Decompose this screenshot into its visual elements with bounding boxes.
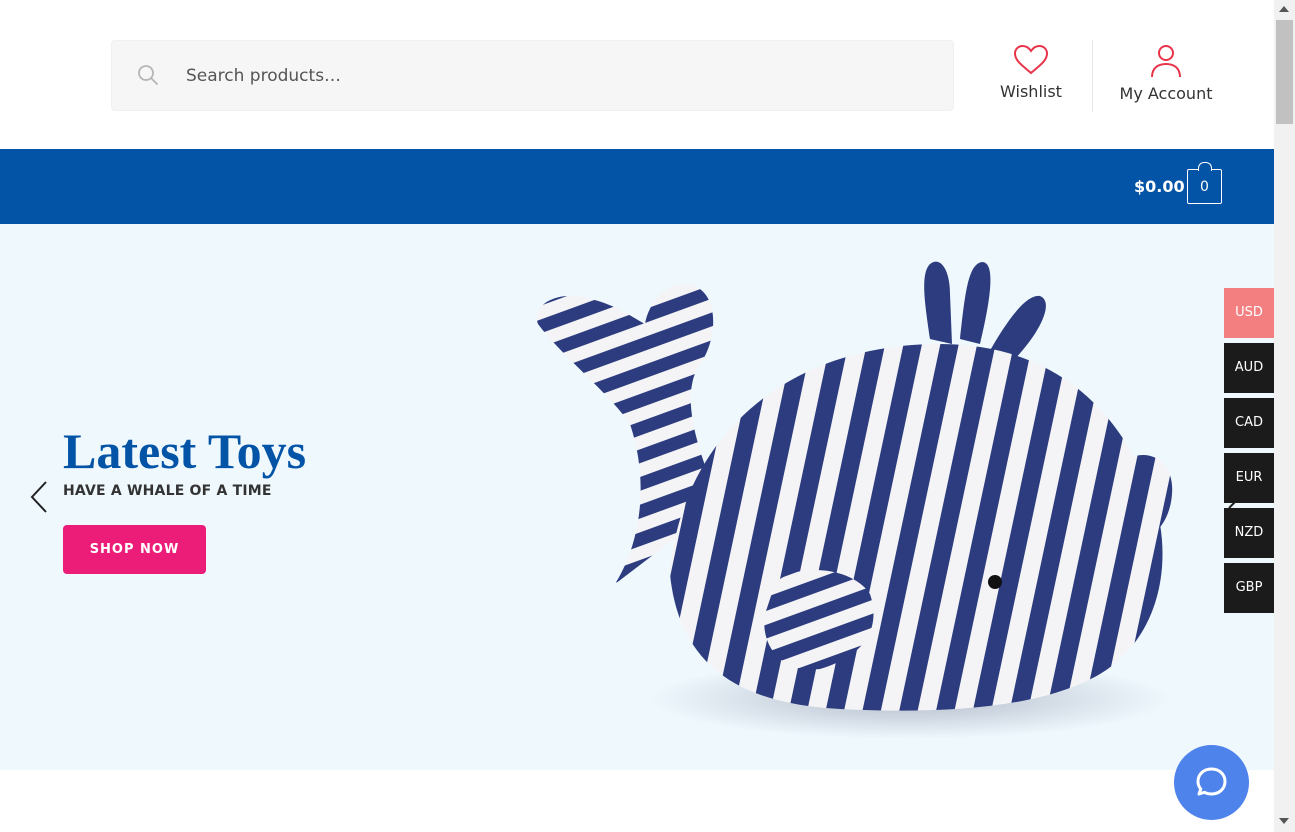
main-navbar: $0.00 0 — [0, 149, 1274, 224]
wishlist-label: Wishlist — [1000, 82, 1062, 101]
currency-eur[interactable]: EUR — [1224, 453, 1274, 503]
wishlist-link[interactable]: Wishlist — [990, 44, 1072, 101]
hero-title: Latest Toys — [63, 423, 307, 479]
chevron-left-icon[interactable] — [28, 480, 50, 514]
chat-button[interactable] — [1174, 745, 1249, 820]
currency-nzd[interactable]: NZD — [1224, 508, 1274, 558]
header-divider — [1092, 40, 1093, 112]
search-icon — [138, 65, 158, 85]
currency-gbp[interactable]: GBP — [1224, 563, 1274, 613]
user-icon — [1151, 45, 1181, 78]
page-scrollbar[interactable] — [1274, 0, 1295, 832]
cart-count: 0 — [1200, 179, 1209, 195]
cart-total[interactable]: $0.00 — [1134, 177, 1185, 196]
currency-cad[interactable]: CAD — [1224, 398, 1274, 448]
hero-subtitle: HAVE A WHALE OF A TIME — [63, 483, 272, 499]
shop-now-button[interactable]: SHOP NOW — [63, 525, 206, 574]
hero-slider: Latest Toys HAVE A WHALE OF A TIME SHOP … — [0, 224, 1274, 770]
currency-usd[interactable]: USD — [1224, 288, 1274, 338]
heart-icon — [1013, 44, 1049, 75]
shopping-bag-icon[interactable]: 0 — [1187, 162, 1222, 204]
whale-toy-image — [536, 261, 1173, 739]
my-account-label: My Account — [1119, 84, 1213, 103]
scroll-up-arrow-icon[interactable] — [1279, 6, 1289, 12]
scroll-thumb[interactable] — [1276, 20, 1293, 124]
page: Wishlist My Account $0.00 0 — [0, 0, 1274, 832]
currency-aud[interactable]: AUD — [1224, 343, 1274, 393]
search-input[interactable] — [186, 41, 926, 110]
site-header: Wishlist My Account — [0, 0, 1274, 149]
scroll-down-arrow-icon[interactable] — [1279, 818, 1289, 824]
search-bar[interactable] — [111, 40, 954, 111]
chat-bubble-icon — [1196, 767, 1227, 796]
my-account-link[interactable]: My Account — [1108, 44, 1224, 103]
